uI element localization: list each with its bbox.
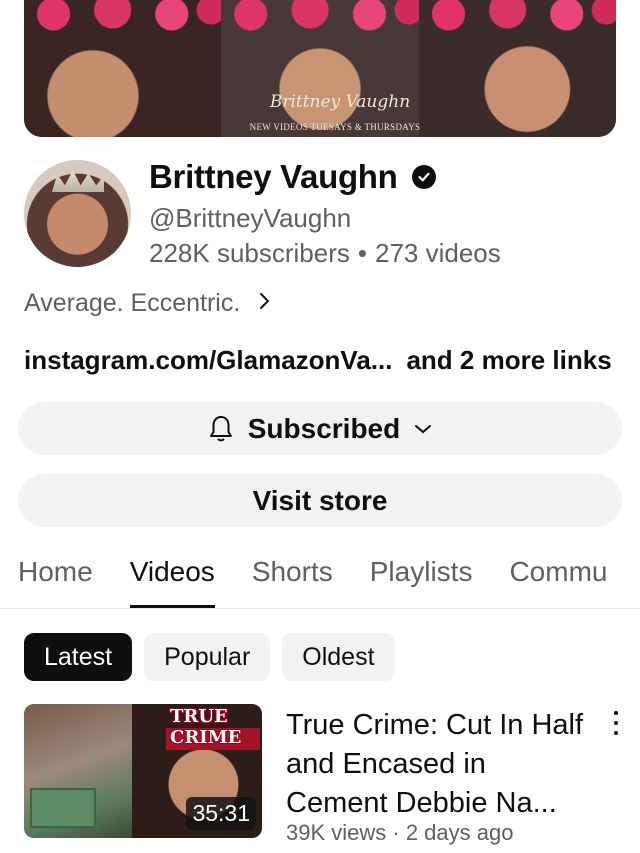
channel-links: instagram.com/GlamazonVa... and 2 more li… [24,345,612,376]
video-count: 273 videos [375,238,501,268]
video-meta: 39K views · 2 days ago [286,820,514,845]
banner-logo-text: Brittney Vaughn [269,92,411,112]
tab-community[interactable]: Commu [509,556,607,608]
banner-photo-1 [24,0,222,137]
video-duration: 35:31 [186,797,256,830]
video-item[interactable]: TRUE CRIME 35:31 True Crime: Cut In Half… [24,704,640,845]
channel-tabs: Home Videos Shorts Playlists Commu [18,556,640,608]
description-text: Average. Eccentric. [24,289,241,317]
banner-photo-3 [418,0,616,137]
more-links[interactable]: and 2 more links [406,345,611,375]
channel-banner [24,0,616,137]
channel-avatar[interactable] [24,160,131,267]
instagram-link[interactable]: instagram.com/GlamazonVa... [24,345,392,375]
subscriber-count: 228K subscribers [149,238,350,268]
channel-description[interactable]: Average. Eccentric. [24,289,272,318]
tab-home[interactable]: Home [18,556,93,608]
banner-tagline: NEW VIDEOS TUESAYS & THURSDAYS [249,122,421,132]
thumbnail-title: TRUE CRIME [170,706,242,748]
thumbnail-box [30,788,96,828]
chevron-down-icon [414,423,432,435]
banner-photo-2 [221,0,419,137]
tab-videos[interactable]: Videos [129,556,215,608]
channel-name-text: Brittney Vaughn [149,158,398,195]
visit-store-label: Visit store [252,484,388,516]
channel-name: Brittney Vaughn [149,158,436,196]
visit-store-button[interactable]: Visit store [18,474,622,527]
tab-playlists[interactable]: Playlists [370,556,473,608]
video-title[interactable]: True Crime: Cut In Half and Encased in C… [286,706,586,823]
subscribed-button[interactable]: Subscribed [18,402,622,455]
tabs-divider [0,608,640,609]
stats-separator: • [357,238,367,268]
tab-shorts[interactable]: Shorts [252,556,333,608]
channel-stats: 228K subscribers • 273 videos [149,238,501,269]
more-vert-icon[interactable] [608,708,624,738]
subscribed-label: Subscribed [247,412,401,444]
chevron-right-icon [258,290,272,318]
channel-handle: @BrittneyVaughn [149,203,352,233]
verified-check-icon [411,165,436,189]
chip-latest[interactable]: Latest [24,633,133,681]
chip-popular[interactable]: Popular [144,633,271,681]
video-thumbnail[interactable]: TRUE CRIME 35:31 [24,704,262,838]
sort-chips: Latest Popular Oldest [24,633,407,681]
chip-oldest[interactable]: Oldest [282,633,395,681]
bell-icon [208,414,234,444]
